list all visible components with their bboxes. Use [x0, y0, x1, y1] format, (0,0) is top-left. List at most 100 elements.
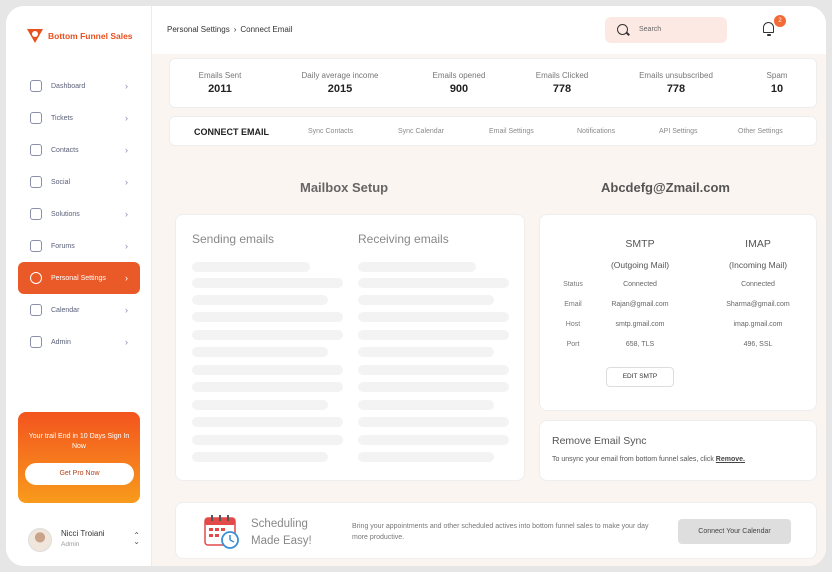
stat-emails-sent: Emails Sent 2011: [180, 59, 260, 109]
sidebar-item-label: Admin: [51, 338, 71, 346]
get-pro-button[interactable]: Get Pro Now: [25, 463, 134, 485]
stat-emails-clicked: Emails Clicked 778: [520, 59, 604, 109]
stat-spam: Spam 10: [750, 59, 804, 109]
receiving-placeholder-row: [358, 452, 494, 462]
sending-placeholder-row: [192, 295, 328, 305]
sending-placeholder-row: [192, 330, 343, 340]
imap-title: IMAP: [745, 238, 771, 250]
imap-host: imap.gmail.com: [733, 321, 783, 328]
banner-title-line2: Made Easy!: [251, 535, 312, 547]
sending-placeholder-row: [192, 400, 328, 410]
sidebar-item-admin[interactable]: Admin ›: [18, 326, 140, 358]
search-input[interactable]: Search: [605, 17, 727, 43]
sidebar-item-label: Calendar: [51, 306, 80, 314]
smtp-port: 658, TLS: [625, 341, 655, 348]
tab-sync-contacts[interactable]: Sync Contacts: [308, 128, 353, 135]
breadcrumb-item-connect-email: Connect Email: [240, 25, 293, 34]
email-label: Email: [564, 301, 582, 308]
receiving-placeholder-row: [358, 278, 509, 288]
stat-label: Emails Sent: [198, 71, 242, 80]
sending-placeholder-row: [192, 452, 328, 462]
remove-sync-text: To unsync your email from bottom funnel …: [552, 456, 716, 463]
chevron-right-icon: ›: [125, 241, 128, 251]
sending-placeholder-row: [192, 382, 343, 392]
chevron-right-icon: ›: [125, 305, 128, 315]
forums-icon: [30, 240, 42, 252]
sidebar-item-label: Contacts: [51, 146, 79, 154]
smtp-subtitle: (Outgoing Mail): [610, 260, 670, 270]
topbar: Personal Settings › Connect Email Search…: [152, 6, 826, 54]
tab-api-settings[interactable]: API Settings: [659, 128, 698, 135]
settings-icon: [30, 272, 42, 284]
chevron-right-icon: ›: [125, 177, 128, 187]
receiving-placeholder-row: [358, 382, 509, 392]
solutions-icon: [30, 208, 42, 220]
main-area: Personal Settings › Connect Email Search…: [152, 6, 826, 566]
chevron-right-icon: ›: [125, 273, 128, 283]
receiving-placeholder-row: [358, 312, 509, 322]
banner-title-line1: Scheduling: [251, 518, 308, 530]
sidebar-item-label: Personal Settings: [51, 274, 106, 282]
breadcrumb-item-personal-settings[interactable]: Personal Settings: [167, 25, 230, 34]
receiving-placeholder-row: [358, 365, 509, 375]
stat-label: Spam: [766, 71, 788, 80]
smtp-status: Connected: [623, 281, 657, 288]
tab-email-settings[interactable]: Email Settings: [489, 128, 534, 135]
sidebar-item-label: Solutions: [51, 210, 80, 218]
chevron-right-icon: ›: [125, 145, 128, 155]
smtp-imap-panel: SMTP IMAP (Outgoing Mail) (Incoming Mail…: [539, 214, 817, 411]
sending-placeholder-row: [192, 347, 328, 357]
tab-other-settings[interactable]: Other Settings: [738, 128, 783, 135]
tab-sync-calendar[interactable]: Sync Calendar: [398, 128, 444, 135]
admin-icon: [30, 336, 42, 348]
calendar-icon: [30, 304, 42, 316]
remove-sync-title: Remove Email Sync: [552, 435, 647, 447]
receiving-placeholder-row: [358, 262, 476, 272]
sidebar-item-forums[interactable]: Forums ›: [18, 230, 140, 262]
stat-daily-average-income: Daily average income 2015: [284, 59, 396, 109]
sending-placeholder-row: [192, 417, 343, 427]
stats-bar: Emails Sent 2011 Daily average income 20…: [169, 58, 817, 108]
stat-value: 778: [552, 83, 572, 95]
calendar-clock-icon: [204, 515, 239, 549]
chevron-up-down-icon[interactable]: ⌃ ⌄: [133, 532, 140, 546]
social-icon: [30, 176, 42, 188]
sidebar-item-dashboard[interactable]: Dashboard ›: [18, 70, 140, 102]
tab-notifications[interactable]: Notifications: [577, 128, 615, 135]
tab-connect-email[interactable]: CONNECT EMAIL: [194, 127, 269, 137]
remove-sync-panel: Remove Email Sync To unsync your email f…: [539, 420, 817, 481]
status-label: Status: [563, 281, 583, 288]
brand-logo[interactable]: Bottom Funnel Sales: [26, 28, 133, 44]
trial-promo-text: Your trail End in 10 Days Sign In Now: [28, 433, 130, 450]
avatar: [28, 528, 52, 552]
sidebar-item-social[interactable]: Social ›: [18, 166, 140, 198]
app-window: Bottom Funnel Sales Dashboard › Tickets …: [6, 6, 826, 566]
connect-calendar-button[interactable]: Connect Your Calendar: [678, 519, 791, 544]
sidebar-item-label: Tickets: [51, 114, 73, 122]
content: Emails Sent 2011 Daily average income 20…: [152, 54, 826, 566]
user-profile[interactable]: Nicci Troiani Admin ⌃ ⌄: [28, 526, 140, 556]
receiving-placeholder-row: [358, 347, 494, 357]
stat-label: Emails unsubscribed: [639, 71, 713, 80]
chevron-right-icon: ›: [125, 81, 128, 91]
stat-label: Emails Clicked: [535, 71, 589, 80]
sidebar-nav: Dashboard › Tickets › Contacts › Social …: [18, 70, 140, 358]
user-role: Admin: [61, 541, 80, 548]
edit-smtp-button[interactable]: EDIT SMTP: [606, 367, 674, 387]
stat-value: 2015: [327, 83, 353, 95]
sidebar-item-personal-settings[interactable]: Personal Settings ›: [18, 262, 140, 294]
sidebar-item-solutions[interactable]: Solutions ›: [18, 198, 140, 230]
sidebar-item-contacts[interactable]: Contacts ›: [18, 134, 140, 166]
imap-email: Sharma@gmail.com: [726, 301, 790, 308]
sending-placeholder-row: [192, 365, 343, 375]
sidebar-item-calendar[interactable]: Calendar ›: [18, 294, 140, 326]
sidebar-item-tickets[interactable]: Tickets ›: [18, 102, 140, 134]
remove-link[interactable]: Remove.: [716, 456, 745, 463]
smtp-host: smtp.gmail.com: [615, 321, 665, 328]
chart-icon: [30, 80, 42, 92]
ticket-icon: [30, 112, 42, 124]
receiving-emails-title: Receiving emails: [358, 232, 449, 246]
sidebar-item-label: Forums: [51, 242, 75, 250]
stat-emails-unsubscribed: Emails unsubscribed 778: [616, 59, 736, 109]
sending-placeholder-row: [192, 262, 310, 272]
